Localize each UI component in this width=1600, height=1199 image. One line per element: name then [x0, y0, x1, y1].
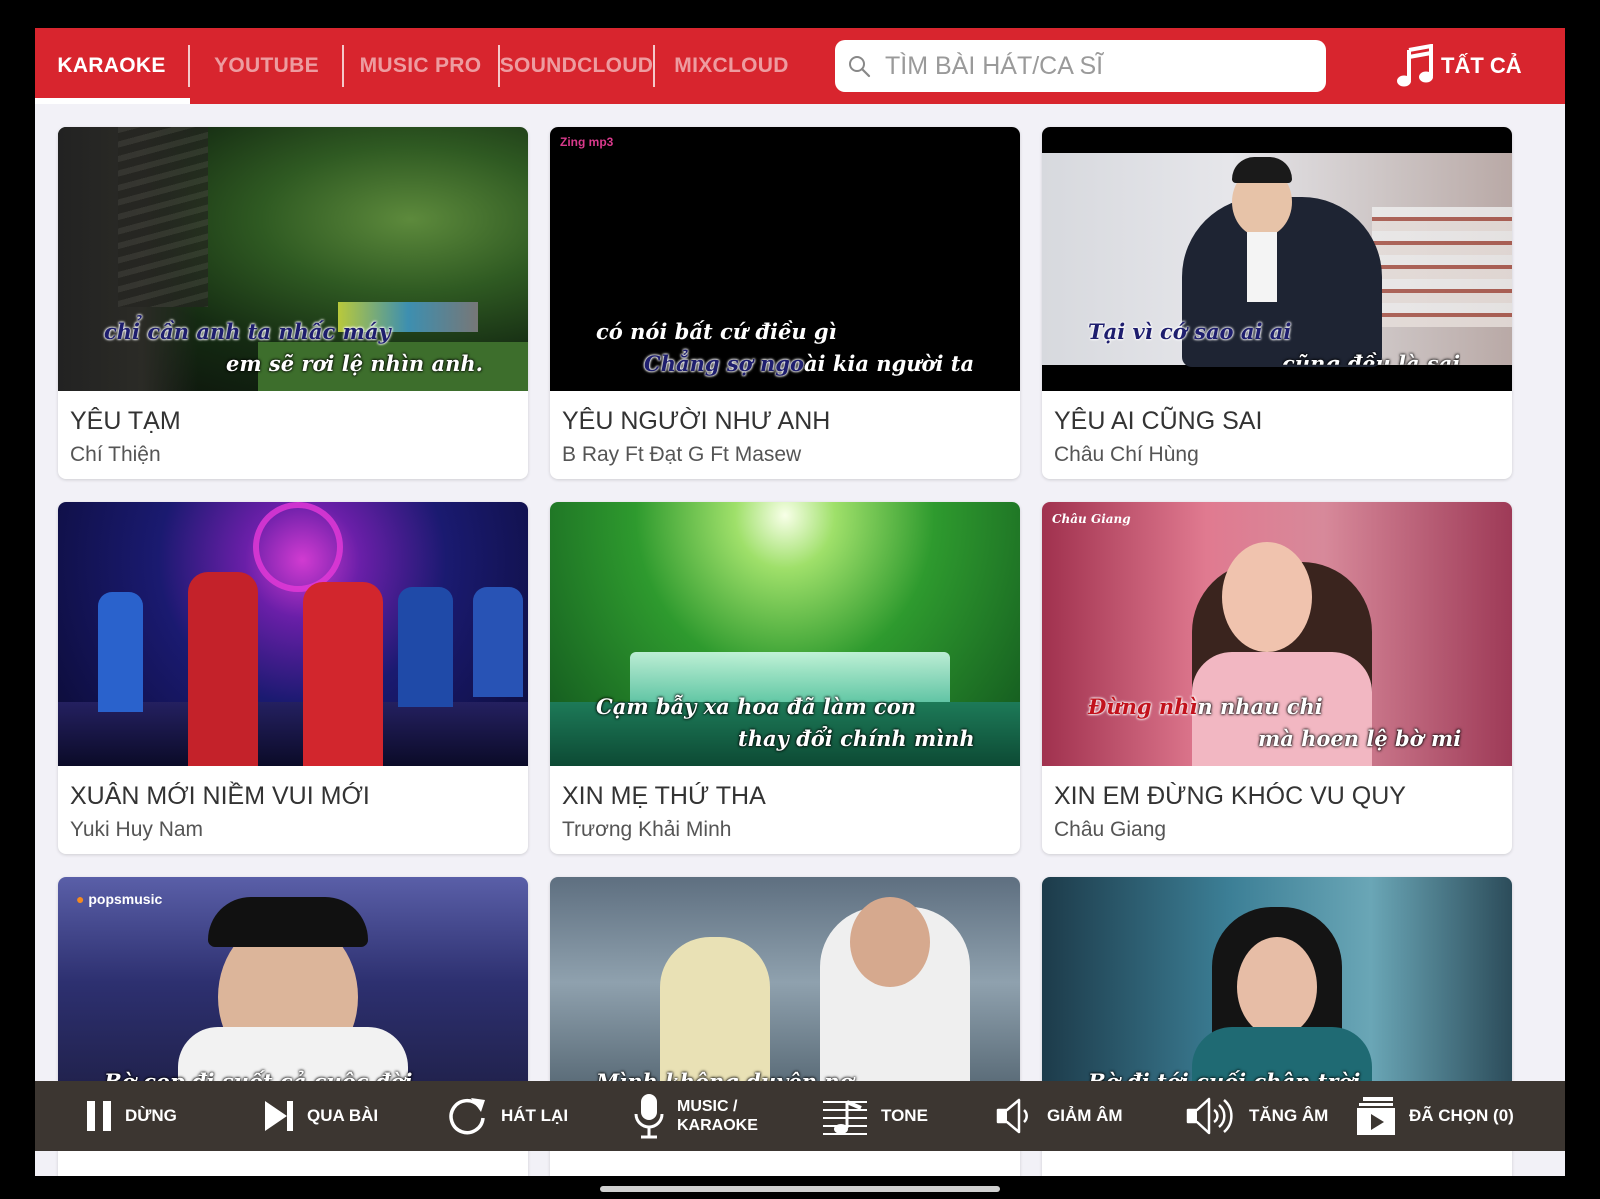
lyric-line: Đừng nhìn nhau chi — [1088, 694, 1323, 719]
song-card[interactable]: Cạm bẫy xa hoa đã làm con thay đổi chính… — [550, 502, 1020, 854]
selected-list-label: ĐÃ CHỌN (0) — [1409, 1106, 1514, 1125]
home-indicator — [600, 1186, 1000, 1192]
tab-soundcloud[interactable]: SOUNDCLOUD — [500, 28, 653, 104]
search-input[interactable] — [885, 51, 1305, 81]
music-karaoke-label-line1: MUSIC / — [677, 1098, 738, 1115]
volume-up-button[interactable]: TĂNG ÂM — [1185, 1081, 1328, 1151]
playback-control-bar: DỪNG QUA BÀI HÁT LẠI MUSIC / KARAOKE TON… — [35, 1081, 1565, 1151]
skip-next-icon — [265, 1101, 293, 1131]
volume-down-button[interactable]: GIẢM ÂM — [995, 1081, 1123, 1151]
song-card[interactable]: Châu Giang Đừng nhìn nhau chi mà hoen lệ… — [1042, 502, 1512, 854]
music-tone-icon — [823, 1100, 867, 1135]
tone-label: TONE — [881, 1106, 928, 1125]
song-card[interactable]: chỉ cần anh ta nhấc máy em sẽ rơi lệ nhì… — [58, 127, 528, 479]
microphone-icon — [634, 1094, 664, 1139]
lyric-line: em sẽ rơi lệ nhìn anh. — [226, 351, 483, 376]
lyric-line: cũng đều là sai — [1282, 351, 1461, 376]
lyric-line: Chẳng sợ ngoài kia người ta — [644, 351, 975, 376]
replay-icon — [449, 1098, 485, 1135]
chau-giang-signature: Châu Giang — [1052, 512, 1131, 526]
replay-button[interactable]: HÁT LẠI — [445, 1081, 568, 1151]
music-karaoke-label: MUSIC / KARAOKE — [677, 1097, 758, 1135]
skip-label: QUA BÀI — [307, 1106, 379, 1125]
skip-button[interactable]: QUA BÀI — [263, 1081, 378, 1151]
song-title: XUÂN MỚI NIỀM VUI MỚI — [70, 782, 370, 810]
music-note-icon — [1397, 44, 1433, 87]
lyric-line: mà hoen lệ bờ mi — [1258, 726, 1462, 751]
tab-youtube[interactable]: YOUTUBE — [190, 28, 343, 104]
app-window: KARAOKE YOUTUBE MUSIC PRO SOUNDCLOUD MIX… — [35, 28, 1565, 1176]
song-artist: Châu Giang — [1054, 818, 1167, 841]
song-title: YÊU TẠM — [70, 407, 181, 435]
song-artist: Chí Thiện — [70, 443, 161, 466]
active-tab-indicator — [35, 98, 190, 104]
song-thumbnail: Zing mp3 có nói bất cứ điều gì Chẳng sợ … — [550, 127, 1020, 391]
all-button-label: TẤT CẢ — [1441, 53, 1522, 78]
song-title: XIN MẸ THỨ THA — [562, 782, 766, 810]
volume-down-icon — [996, 1098, 1028, 1134]
lyric-line: có nói bất cứ điều gì — [596, 319, 837, 344]
song-thumbnail: chỉ cần anh ta nhấc máy em sẽ rơi lệ nhì… — [58, 127, 528, 391]
playlist-play-icon — [1357, 1097, 1395, 1135]
tab-music-pro[interactable]: MUSIC PRO — [344, 28, 497, 104]
search-icon — [849, 56, 871, 78]
zing-mp3-logo: Zing mp3 — [560, 135, 614, 149]
song-thumbnail: Cạm bẫy xa hoa đã làm con thay đổi chính… — [550, 502, 1020, 766]
search-box[interactable] — [835, 40, 1326, 92]
music-karaoke-label-line2: KARAOKE — [677, 1117, 758, 1134]
song-title: YÊU NGƯỜI NHƯ ANH — [562, 407, 831, 435]
song-title: YÊU AI CŨNG SAI — [1054, 407, 1263, 435]
lyric-line: Cạm bẫy xa hoa đã làm con — [596, 694, 917, 719]
song-artist: Yuki Huy Nam — [70, 818, 204, 841]
pause-button[interactable]: DỪNG — [85, 1081, 177, 1151]
tab-karaoke[interactable]: KARAOKE — [35, 28, 188, 104]
song-card[interactable]: Tại vì cớ sao ai ai cũng đều là sai YÊU … — [1042, 127, 1512, 479]
song-thumbnail: Tại vì cớ sao ai ai cũng đều là sai — [1042, 127, 1512, 391]
selected-list-button[interactable]: ĐÃ CHỌN (0) — [1355, 1081, 1514, 1151]
song-card[interactable]: XUÂN MỚI NIỀM VUI MỚI Yuki Huy Nam — [58, 502, 528, 854]
song-thumbnail — [58, 502, 528, 766]
song-artist: Châu Chí Hùng — [1054, 443, 1199, 466]
tab-mixcloud[interactable]: MIXCLOUD — [655, 28, 808, 104]
volume-up-icon — [1186, 1097, 1233, 1135]
volume-up-label: TĂNG ÂM — [1249, 1106, 1329, 1125]
top-nav-bar: KARAOKE YOUTUBE MUSIC PRO SOUNDCLOUD MIX… — [35, 28, 1565, 104]
music-karaoke-toggle[interactable]: MUSIC / KARAOKE — [633, 1081, 758, 1151]
volume-down-label: GIẢM ÂM — [1047, 1106, 1123, 1125]
lyric-line: thay đổi chính mình — [738, 726, 975, 751]
song-title: XIN EM ĐỪNG KHÓC VU QUY — [1054, 782, 1406, 810]
lyric-line: Tại vì cớ sao ai ai — [1088, 319, 1292, 344]
song-artist: B Ray Ft Đạt G Ft Masew — [562, 443, 802, 466]
tone-button[interactable]: TONE — [821, 1081, 928, 1151]
popsmusic-logo: ● popsmusic — [76, 891, 163, 907]
pause-label: DỪNG — [125, 1106, 177, 1125]
replay-label: HÁT LẠI — [501, 1106, 569, 1125]
song-card[interactable]: Zing mp3 có nói bất cứ điều gì Chẳng sợ … — [550, 127, 1020, 479]
pause-icon — [87, 1101, 111, 1131]
all-button[interactable]: TẤT CẢ — [1395, 28, 1555, 104]
song-thumbnail: Châu Giang Đừng nhìn nhau chi mà hoen lệ… — [1042, 502, 1512, 766]
song-artist: Trương Khải Minh — [562, 818, 732, 841]
lyric-line: chỉ cần anh ta nhấc máy — [104, 319, 391, 344]
